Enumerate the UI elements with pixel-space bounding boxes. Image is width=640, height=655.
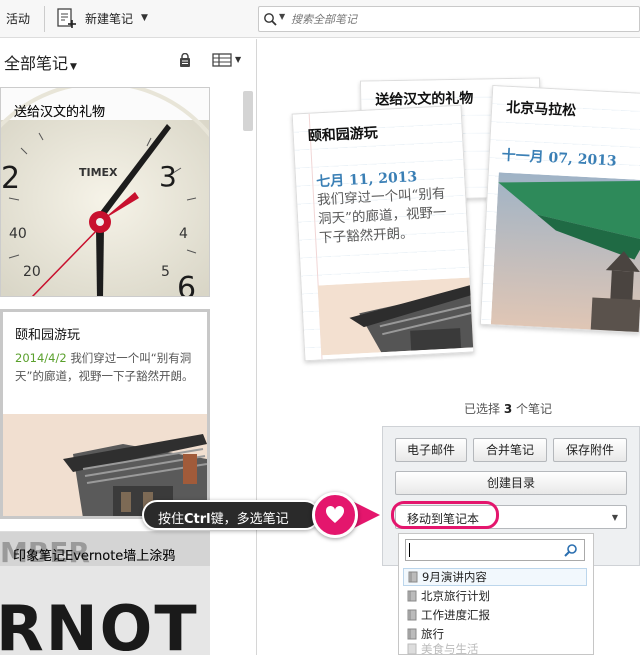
- selection-count-number: 3: [503, 402, 513, 416]
- clock-brand: TIMEX: [79, 166, 118, 179]
- stacked-note-card: 颐和园游玩 七月 11, 2013 我们穿过一个叫“别有洞天”的廊道，视野一下子…: [291, 104, 475, 362]
- note-title-overlay: 送给汉文的礼物: [14, 105, 106, 120]
- notebook-option-label: 旅行: [421, 627, 444, 641]
- chevron-down-icon: ▼: [70, 62, 77, 72]
- notebook-search-input[interactable]: [405, 539, 585, 561]
- stacked-note-text: 我们穿过一个叫“别有洞天”的廊道，视野一下子豁然开朗。: [316, 185, 447, 247]
- highlight-ring: [391, 501, 499, 529]
- notebook-icon: [407, 609, 417, 621]
- notebook-option[interactable]: 9月演讲内容: [403, 568, 587, 586]
- note-snippet: 2014/4/2 我们穿过一个叫“别有洞天”的廊道，视野一下子豁然开朗。: [15, 349, 201, 385]
- note-date: 2014/4/2: [15, 351, 67, 365]
- selection-count-suffix: 个笔记: [516, 402, 553, 416]
- note-list-panel: 全部笔记 ▼ ▼ 送给汉文的礼物 2 3 4 5 6 20 40 TIMEX 送…: [0, 39, 257, 655]
- notebook-option-label: 9月演讲内容: [422, 570, 487, 584]
- tip-callout: 按住Ctrl键，多选笔记: [142, 500, 320, 530]
- clock-numeral: 5: [161, 264, 170, 280]
- clock-numeral: 6: [177, 271, 196, 297]
- clock-numeral: 2: [1, 161, 20, 196]
- pagoda-photo: [317, 277, 475, 356]
- multi-select-panel: 送给汉文的礼物 北京马拉松 十一月 07, 2013 颐和园游玩 七月 11, …: [258, 39, 640, 655]
- notebook-option-label: 美食与生活: [421, 642, 479, 655]
- view-options-chevron-icon[interactable]: ▼: [235, 55, 241, 64]
- stacked-note-card: 北京马拉松 十一月 07, 2013: [479, 84, 640, 334]
- notebook-option[interactable]: 北京旅行计划: [403, 587, 587, 605]
- toolbar: 活动 新建笔记 ▼ ▼: [0, 0, 640, 38]
- create-toc-button[interactable]: 创建目录: [395, 471, 627, 495]
- notebook-icon: [407, 643, 417, 655]
- activity-button[interactable]: 活动: [6, 10, 30, 27]
- chevron-down-icon[interactable]: ▼: [141, 13, 148, 23]
- toolbar-divider: [44, 6, 45, 32]
- note-card[interactable]: 印象笔记Evernote墙上涂鸦 MBER RNOT 印象笔记Evernote墙…: [0, 531, 210, 655]
- new-note-label: 新建笔记: [85, 11, 134, 26]
- stacked-note-title: 北京马拉松: [505, 99, 577, 120]
- view-options-icon[interactable]: [212, 53, 232, 67]
- search-icon: [564, 544, 577, 557]
- search-input[interactable]: [291, 10, 631, 28]
- notebook-selector[interactable]: 全部笔记 ▼: [4, 50, 77, 74]
- search-icon: [264, 13, 277, 26]
- notebook-icon: [407, 628, 417, 640]
- new-note-icon: [57, 8, 76, 28]
- tip-key: Ctrl: [184, 512, 211, 527]
- heart-badge: [312, 492, 358, 538]
- search-box[interactable]: ▼: [258, 6, 640, 32]
- new-note-button[interactable]: 新建笔记 ▼: [55, 6, 148, 30]
- note-card[interactable]: 送给汉文的礼物 2 3 4 5 6 20 40 TIMEX 送给汉文的礼物: [0, 87, 210, 297]
- heart-icon: [325, 505, 345, 523]
- scrollbar-thumb[interactable]: [243, 91, 253, 131]
- clock-numeral: 20: [23, 264, 41, 280]
- clock-numeral: 40: [9, 226, 27, 242]
- svg-text:RNOT: RNOT: [0, 592, 199, 655]
- notebook-option[interactable]: 旅行: [403, 625, 587, 643]
- tip-suffix: 键，多选笔记: [210, 512, 289, 527]
- chevron-down-icon: ▼: [611, 513, 618, 522]
- stacked-note-title: 颐和园游玩: [307, 125, 379, 145]
- tip-prefix: 按住: [158, 512, 185, 527]
- note-list-header: 全部笔记 ▼ ▼: [0, 39, 256, 79]
- clock-numeral: 3: [159, 160, 177, 193]
- notebook-option[interactable]: 工作进度汇报: [403, 606, 587, 624]
- notebook-icon: [408, 571, 418, 583]
- notebook-dropdown: 9月演讲内容 北京旅行计划 工作进度汇报 旅行 美食与生活: [398, 533, 594, 655]
- tip-text: 按住Ctrl键，多选笔记: [158, 508, 289, 527]
- search-options-chevron-icon[interactable]: ▼: [279, 12, 285, 21]
- notebook-icon: [407, 590, 417, 602]
- lock-icon[interactable]: [179, 53, 191, 67]
- marathon-photo: [490, 172, 640, 334]
- email-button[interactable]: 电子邮件: [395, 438, 467, 462]
- note-card-selected[interactable]: 颐和园游玩 2014/4/2 我们穿过一个叫“别有洞天”的廊道，视野一下子豁然开…: [0, 309, 210, 519]
- merge-notes-button[interactable]: 合并笔记: [473, 438, 547, 462]
- note-title: 颐和园游玩: [15, 328, 81, 343]
- selection-count-prefix: 已选择: [464, 402, 501, 416]
- notebook-option-label: 工作进度汇报: [421, 608, 490, 622]
- notebook-title: 全部笔记: [4, 54, 69, 73]
- notebook-option-label: 北京旅行计划: [421, 589, 490, 603]
- clock-numeral: 4: [179, 226, 188, 242]
- save-attachments-button[interactable]: 保存附件: [553, 438, 627, 462]
- note-title-overlay: 印象笔记Evernote墙上涂鸦: [13, 549, 176, 564]
- selection-count: 已选择 3 个笔记: [464, 400, 552, 417]
- notebook-option[interactable]: 美食与生活: [403, 642, 587, 655]
